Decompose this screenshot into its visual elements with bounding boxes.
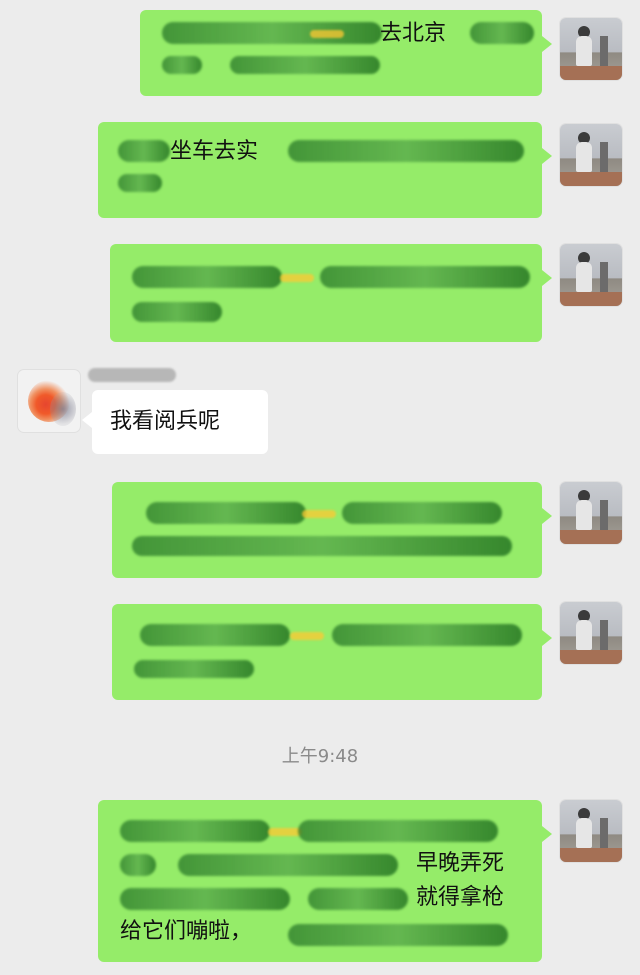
message-text: 我看阅兵呢	[110, 409, 221, 434]
avatar[interactable]	[560, 18, 622, 80]
avatar[interactable]	[18, 370, 80, 432]
message-bubble[interactable]	[112, 482, 552, 578]
timestamp: 上午9:48	[281, 746, 359, 767]
message-row	[0, 590, 640, 710]
chat-history: 去北京 坐车去实 我看阅兵呢 上午9:48 早晚弄死 就得拿枪 给它们嘣啦，	[0, 0, 640, 975]
avatar[interactable]	[560, 800, 622, 862]
message-row: 早晚弄死 就得拿枪 给它们嘣啦，	[0, 790, 640, 975]
message-text: 去北京	[380, 21, 447, 46]
message-bubble[interactable]	[110, 244, 552, 342]
avatar[interactable]	[560, 244, 622, 306]
message-row: 去北京	[0, 0, 640, 110]
message-row	[0, 230, 640, 350]
message-bubble[interactable]	[112, 604, 552, 700]
message-bubble[interactable]: 坐车去实	[98, 122, 552, 218]
avatar[interactable]	[560, 602, 622, 664]
message-text-line: 早晚弄死	[416, 851, 505, 876]
avatar[interactable]	[560, 482, 622, 544]
message-row: 坐车去实	[0, 110, 640, 230]
message-bubble[interactable]: 我看阅兵呢	[82, 390, 268, 454]
sender-name	[88, 368, 176, 382]
message-bubble[interactable]: 早晚弄死 就得拿枪 给它们嘣啦，	[98, 800, 552, 962]
message-row	[0, 470, 640, 590]
message-text-line: 就得拿枪	[416, 885, 505, 910]
message-text-line: 给它们嘣啦，	[120, 919, 253, 944]
message-bubble[interactable]: 去北京	[140, 10, 552, 96]
message-row: 我看阅兵呢	[0, 360, 640, 470]
message-text: 坐车去实	[170, 139, 259, 164]
avatar[interactable]	[560, 124, 622, 186]
